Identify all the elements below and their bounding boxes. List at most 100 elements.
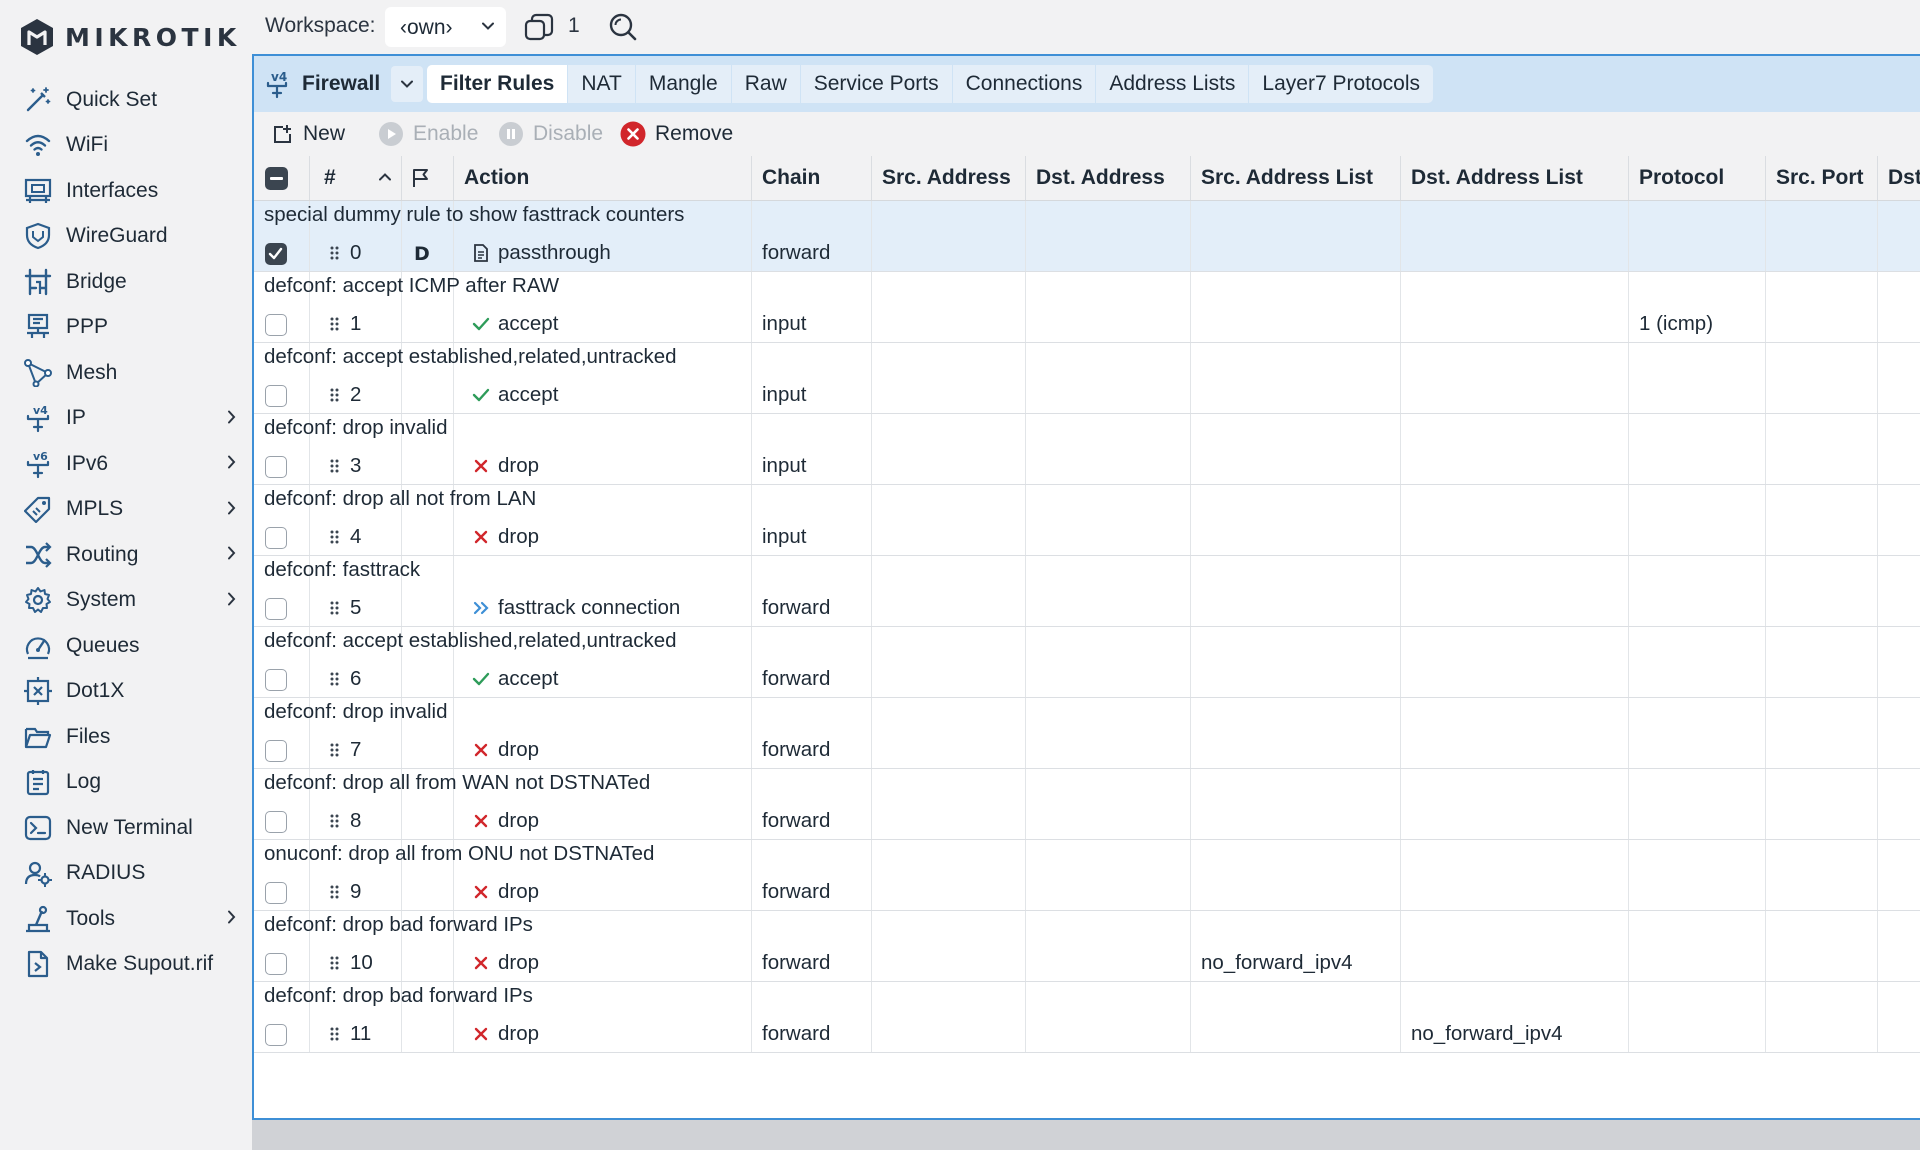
disable-button[interactable]: Disable (498, 118, 603, 150)
table-row[interactable]: 10 drop forward no_forward_ipv4 defconf: dro… (254, 911, 1920, 982)
gauge-icon (21, 629, 55, 663)
row-checkbox[interactable] (265, 811, 287, 833)
new-button[interactable]: New (272, 118, 345, 150)
sidebar-item-log[interactable]: Log (0, 760, 252, 806)
drag-handle-icon[interactable] (330, 246, 339, 260)
tab-filter-rules[interactable]: Filter Rules (427, 65, 569, 103)
search-icon[interactable] (608, 12, 638, 42)
table-row[interactable]: 6 accept forward defconf: accept establishe… (254, 627, 1920, 698)
tab-mangle[interactable]: Mangle (636, 65, 732, 103)
sidebar-item-queues[interactable]: Queues (0, 623, 252, 669)
table-row[interactable]: 11 drop forward no_forward_ipv4 defconf: dro… (254, 982, 1920, 1053)
row-checkbox[interactable] (265, 669, 287, 691)
chain-value: input (762, 525, 807, 548)
enable-button[interactable]: Enable (378, 118, 478, 150)
table-row[interactable]: 2 accept input defconf: accept established,… (254, 343, 1920, 414)
row-checkbox[interactable] (265, 882, 287, 904)
cell-src-list (1191, 201, 1401, 271)
column-header-dst-address-list[interactable]: Dst. Address List (1401, 156, 1629, 200)
sidebar-item-new-terminal[interactable]: New Terminal (0, 805, 252, 851)
row-checkbox[interactable] (265, 953, 287, 975)
sidebar-item-make-supout-rif[interactable]: Make Supout.rif (0, 942, 252, 988)
sidebar-item-tools[interactable]: Tools (0, 896, 252, 942)
row-checkbox[interactable] (265, 598, 287, 620)
sidebar-item-mesh[interactable]: Mesh (0, 350, 252, 396)
windows-icon[interactable] (524, 13, 554, 41)
tag-icon (21, 492, 55, 526)
column-header-action[interactable]: Action (454, 156, 752, 200)
drag-handle-icon[interactable] (330, 814, 339, 828)
sidebar-item-mpls[interactable]: MPLS (0, 487, 252, 533)
column-header-src-port[interactable]: Src. Port (1766, 156, 1878, 200)
row-checkbox[interactable] (265, 243, 287, 265)
sidebar-item-wireguard[interactable]: WireGuard (0, 214, 252, 260)
row-checkbox[interactable] (265, 527, 287, 549)
sidebar-item-ipv6[interactable]: v6 IPv6 (0, 441, 252, 487)
row-checkbox[interactable] (265, 1024, 287, 1046)
mikrotik-logo[interactable]: MIKROTIK (19, 18, 241, 56)
cell-chain: forward (752, 982, 872, 1052)
sidebar-item-radius[interactable]: RADIUS (0, 851, 252, 897)
cell-src-port (1766, 698, 1878, 768)
drag-handle-icon[interactable] (330, 956, 339, 970)
row-checkbox[interactable] (265, 740, 287, 762)
column-header-dst-address[interactable]: Dst. Address (1026, 156, 1191, 200)
rule-action-label: drop (498, 738, 540, 761)
sidebar-item-dot1x[interactable]: Dot1X (0, 669, 252, 715)
column-header-dst[interactable]: Dst (1878, 156, 1920, 200)
column-header-protocol[interactable]: Protocol (1629, 156, 1766, 200)
select-all-checkbox[interactable] (265, 166, 288, 190)
tab-raw[interactable]: Raw (732, 65, 801, 103)
drag-handle-icon[interactable] (330, 530, 339, 544)
mesh-icon (21, 356, 55, 390)
row-checkbox[interactable] (265, 314, 287, 336)
sidebar-item-quick-set[interactable]: Quick Set (0, 77, 252, 123)
table-row[interactable]: 8 drop forward defconf: drop all from WAN n… (254, 769, 1920, 840)
sidebar-item-bridge[interactable]: Bridge (0, 259, 252, 305)
ppp-icon (21, 310, 55, 344)
table-row[interactable]: 0 Dpassthrough forward special dummy rule t… (254, 201, 1920, 272)
table-row[interactable]: 1 accept input 1 (icmp) defconf: accept ICMP… (254, 272, 1920, 343)
column-header-src-address-list[interactable]: Src. Address List (1191, 156, 1401, 200)
sidebar-item-files[interactable]: Files (0, 714, 252, 760)
row-checkbox[interactable] (265, 456, 287, 478)
tab-connections[interactable]: Connections (953, 65, 1097, 103)
window-menu-button[interactable] (391, 66, 423, 102)
column-header-src-address[interactable]: Src. Address (872, 156, 1026, 200)
workspace-select[interactable]: ‹own› (385, 7, 506, 47)
drag-handle-icon[interactable] (330, 317, 339, 331)
tab-service-ports[interactable]: Service Ports (801, 65, 953, 103)
select-all-cell (254, 156, 310, 200)
drag-handle-icon[interactable] (330, 672, 339, 686)
sidebar-item-system[interactable]: System (0, 578, 252, 624)
sidebar-item-label: Tools (66, 906, 116, 930)
row-checkbox[interactable] (265, 385, 287, 407)
table-row[interactable]: 9 drop forward onuconf: drop all from ONU n… (254, 840, 1920, 911)
drag-handle-icon[interactable] (330, 885, 339, 899)
column-header-number[interactable]: # (310, 156, 402, 200)
table-row[interactable]: 4 drop input defconf: drop all not from LAN (254, 485, 1920, 556)
table-row[interactable]: 7 drop forward defconf: drop invalid (254, 698, 1920, 769)
sidebar-item-wifi[interactable]: WiFi (0, 123, 252, 169)
table-row[interactable]: 5 fasttrack connection forward defconf: fas… (254, 556, 1920, 627)
remove-button[interactable]: Remove (620, 118, 733, 150)
column-header-flags[interactable] (402, 156, 454, 200)
drag-handle-icon[interactable] (330, 1027, 339, 1041)
drag-handle-icon[interactable] (330, 743, 339, 757)
rule-number: 0 (350, 241, 362, 264)
tab-nat[interactable]: NAT (568, 65, 636, 103)
sidebar-item-routing[interactable]: Routing (0, 532, 252, 578)
rule-action-label: accept (498, 383, 559, 406)
cell-src-port (1766, 556, 1878, 626)
column-header-chain[interactable]: Chain (752, 156, 872, 200)
table-row[interactable]: 3 drop input defconf: drop invalid (254, 414, 1920, 485)
sidebar-item-interfaces[interactable]: Interfaces (0, 168, 252, 214)
drag-handle-icon[interactable] (330, 601, 339, 615)
drag-handle-icon[interactable] (330, 459, 339, 473)
tab-layer7-protocols[interactable]: Layer7 Protocols (1249, 65, 1433, 103)
column-header-label: Action (464, 166, 530, 189)
sidebar-item-ip[interactable]: v4 IP (0, 396, 252, 442)
sidebar-item-ppp[interactable]: PPP (0, 305, 252, 351)
tab-address-lists[interactable]: Address Lists (1096, 65, 1250, 103)
drag-handle-icon[interactable] (330, 388, 339, 402)
